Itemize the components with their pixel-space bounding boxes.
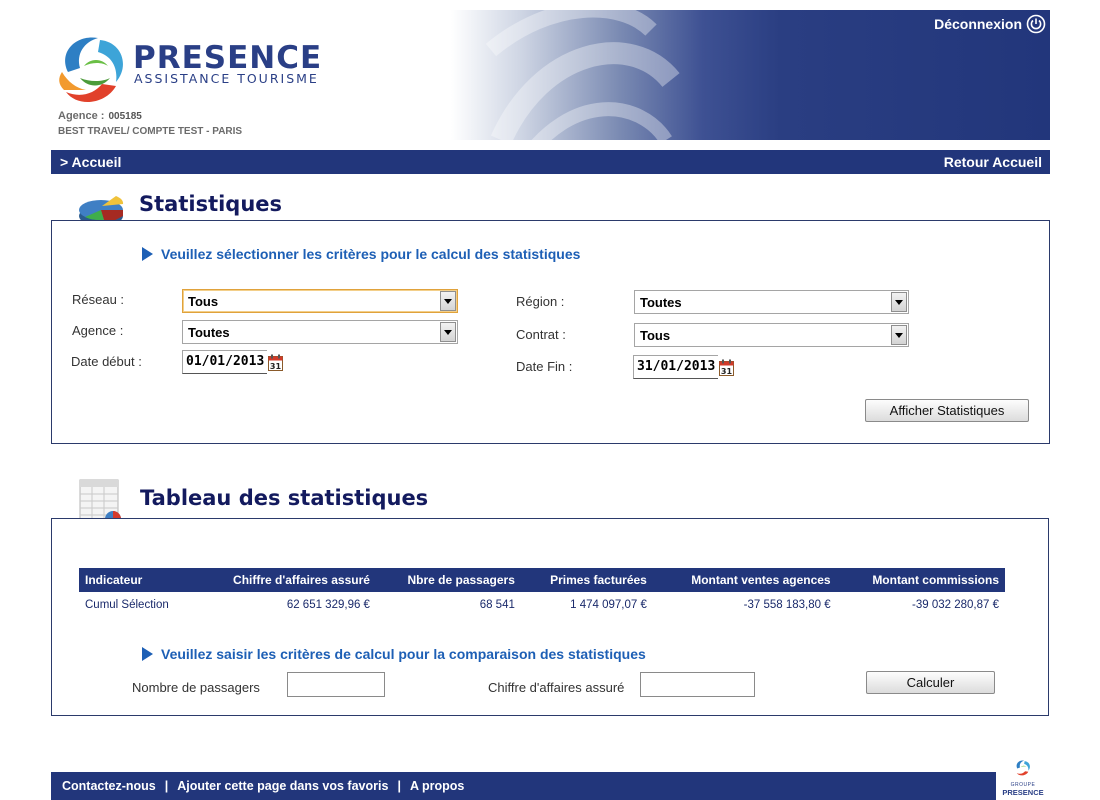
agency-number: 005185 bbox=[108, 111, 142, 122]
logo-title: PRESENCE bbox=[133, 40, 323, 76]
date-debut-value[interactable]: 01/01/2013 bbox=[182, 350, 268, 374]
passengers-label: Nombre de passagers bbox=[132, 680, 260, 695]
add-favorites-link[interactable]: Ajouter cette page dans vos favoris bbox=[177, 779, 388, 793]
calendar-icon[interactable]: 31 bbox=[268, 354, 284, 371]
statistics-title: Statistiques bbox=[139, 192, 283, 216]
presence-logo-small-icon bbox=[1016, 760, 1030, 776]
criteria-instruction-text: Veuillez sélectionner les critères pour … bbox=[161, 246, 581, 262]
revenue-input[interactable] bbox=[640, 672, 755, 697]
triangle-right-icon bbox=[142, 647, 153, 661]
chevron-down-icon bbox=[891, 325, 907, 345]
header-banner: PRESENCE ASSISTANCE TOURISME Agence :005… bbox=[51, 10, 1050, 140]
footer-separator: | bbox=[397, 779, 401, 793]
passengers-input[interactable] bbox=[287, 672, 385, 697]
comparison-instruction: Veuillez saisir les critères de calcul p… bbox=[142, 646, 646, 662]
svg-text:31: 31 bbox=[270, 362, 282, 371]
groupe-presence-logo: GROUPE PRESENCE bbox=[996, 755, 1050, 800]
footer-separator: | bbox=[164, 779, 169, 793]
contrat-value: Tous bbox=[640, 327, 671, 343]
agency-label: Agence : bbox=[58, 110, 105, 122]
triangle-right-icon bbox=[142, 247, 153, 261]
date-debut-field[interactable]: 01/01/2013 31 bbox=[182, 350, 284, 374]
agence-select[interactable]: Toutes bbox=[182, 320, 458, 344]
comparison-instruction-text: Veuillez saisir les critères de calcul p… bbox=[161, 646, 646, 662]
date-fin-value[interactable]: 31/01/2013 bbox=[633, 355, 719, 379]
table-cell: -37 558 183,80 € bbox=[743, 599, 831, 611]
agence-label: Agence : bbox=[72, 323, 124, 338]
region-select[interactable]: Toutes bbox=[634, 290, 909, 314]
table-cell: 62 651 329,96 € bbox=[286, 599, 370, 611]
about-link[interactable]: A propos bbox=[410, 779, 464, 793]
contact-link[interactable]: Contactez-nous bbox=[62, 779, 156, 793]
criteria-instruction: Veuillez sélectionner les critères pour … bbox=[142, 246, 580, 262]
return-home-link[interactable]: Retour Accueil bbox=[944, 150, 1042, 174]
agency-info: Agence :005185 bbox=[58, 110, 142, 122]
column-header: Montant ventes agences bbox=[652, 568, 837, 592]
contrat-label: Contrat : bbox=[516, 327, 566, 342]
table-section-title: Tableau des statistiques bbox=[140, 486, 429, 510]
table-cell: 68 541 bbox=[479, 599, 515, 611]
column-header: Primes facturées bbox=[520, 568, 653, 592]
revenue-label: Chiffre d'affaires assuré bbox=[488, 680, 625, 695]
footer-bar: Contactez-nous | Ajouter cette page dans v… bbox=[51, 772, 996, 800]
column-header: Nbre de passagers bbox=[375, 568, 521, 592]
decorative-swirl bbox=[485, 10, 680, 140]
agency-name: BEST TRAVEL/ COMPTE TEST - PARIS bbox=[58, 126, 243, 137]
chevron-down-icon bbox=[440, 322, 456, 342]
column-header: Indicateur bbox=[79, 568, 196, 592]
date-fin-field[interactable]: 31/01/2013 31 bbox=[633, 355, 735, 379]
calculate-button[interactable]: Calculer bbox=[866, 671, 995, 694]
chevron-down-icon bbox=[440, 291, 456, 311]
table-cell: 1 474 097,07 € bbox=[570, 599, 647, 611]
date-debut-label: Date début : bbox=[71, 354, 142, 369]
nav-bar: > Accueil Retour Accueil bbox=[51, 150, 1050, 174]
column-header: Montant commissions bbox=[836, 568, 1005, 592]
power-icon bbox=[1026, 14, 1046, 34]
contrat-select[interactable]: Tous bbox=[634, 323, 909, 347]
logo-brand-text: PRESENCE bbox=[1002, 788, 1044, 797]
date-fin-label: Date Fin : bbox=[516, 359, 573, 374]
logout-button[interactable]: Déconnexion bbox=[934, 14, 1046, 34]
table-cell: Cumul Sélection bbox=[85, 599, 169, 611]
column-header: Chiffre d'affaires assuré bbox=[195, 568, 376, 592]
reseau-value: Tous bbox=[188, 293, 219, 309]
region-value: Toutes bbox=[640, 294, 682, 310]
presence-logo-icon bbox=[59, 37, 123, 103]
table-row: Cumul Sélection 62 651 329,96 € 68 541 1… bbox=[79, 592, 1005, 618]
table-cell: -39 032 280,87 € bbox=[912, 599, 999, 611]
region-label: Région : bbox=[516, 294, 565, 309]
reseau-label: Réseau : bbox=[72, 292, 125, 307]
logo-subtitle: ASSISTANCE TOURISME bbox=[134, 71, 319, 86]
breadcrumb-home[interactable]: > Accueil bbox=[60, 150, 121, 174]
calendar-icon[interactable]: 31 bbox=[719, 359, 735, 376]
reseau-select[interactable]: Tous bbox=[182, 289, 458, 313]
show-statistics-button[interactable]: Afficher Statistiques bbox=[865, 399, 1029, 422]
svg-text:31: 31 bbox=[721, 367, 733, 376]
logout-label: Déconnexion bbox=[934, 16, 1022, 32]
table-header-row: Indicateur Chiffre d'affaires assuré Nbr… bbox=[79, 568, 1005, 592]
agence-value: Toutes bbox=[188, 324, 230, 340]
chevron-down-icon bbox=[891, 292, 907, 312]
statistics-table: Indicateur Chiffre d'affaires assuré Nbr… bbox=[79, 568, 1005, 618]
